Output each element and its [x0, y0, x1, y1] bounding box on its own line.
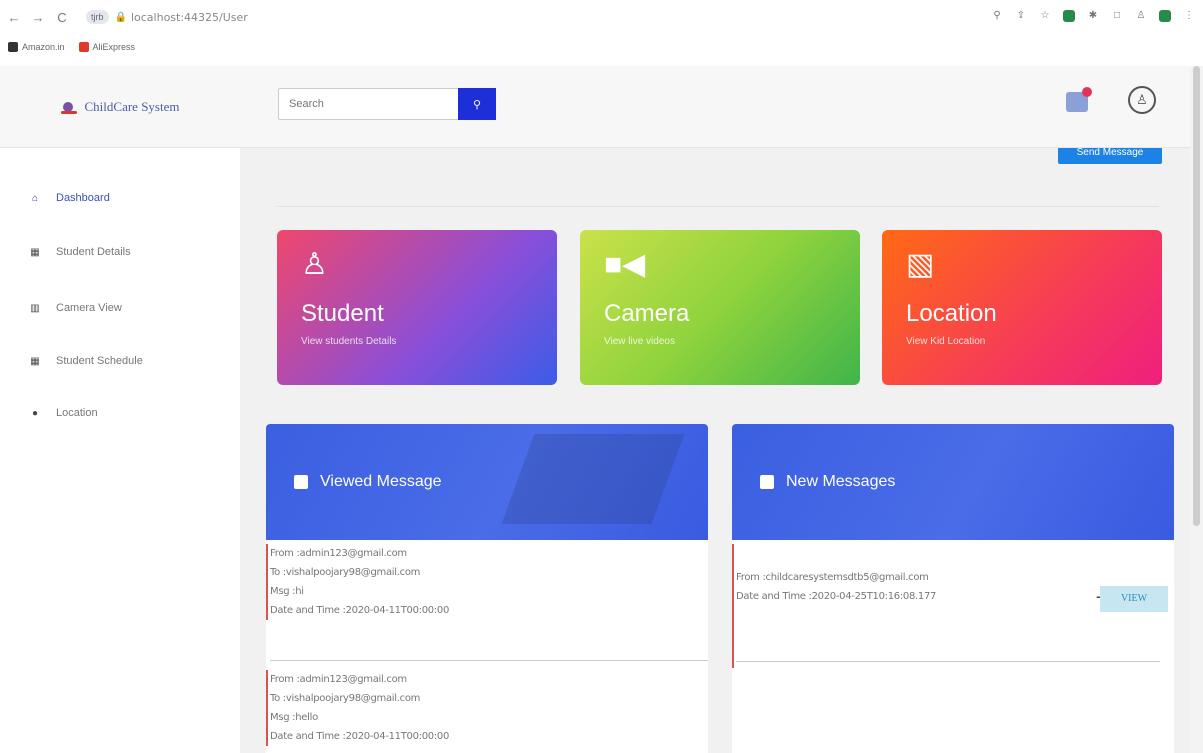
message-to: To :vishalpoojary98@gmail.com [270, 567, 421, 578]
send-message-button[interactable]: Send Message [1058, 148, 1162, 164]
message-date: Date and Time :2020-04-11T00:00:00 [270, 731, 450, 742]
message-date: Date and Time :2020-04-11T00:00:00 [270, 605, 450, 616]
app-header: ChildCare System ⚲ ♙ [0, 66, 1190, 148]
divider [277, 206, 1159, 207]
extension-icons: ⚲ ⇪ ☆ ✱ □ ♙ ⋮ [991, 10, 1195, 22]
bookmark-aliexpress[interactable]: AliExpress [78, 42, 136, 52]
user-icon: ♙ [301, 248, 328, 281]
message-item: From :admin123@gmail.com To :vishalpooja… [266, 670, 449, 746]
message-from: From :admin123@gmail.com [270, 548, 407, 559]
search-input[interactable] [278, 88, 458, 120]
amazon-icon [8, 42, 18, 52]
card-title: Camera [604, 300, 690, 327]
card-title: Student [301, 300, 384, 327]
user-account-icon[interactable]: ♙ [1128, 86, 1156, 114]
back-icon[interactable]: ← [4, 10, 24, 25]
main-content: Send Message ♙ Student View students Det… [240, 148, 1190, 753]
logo[interactable]: ChildCare System [0, 66, 240, 148]
card-subtitle: View students Details [301, 336, 397, 347]
message-separator [736, 661, 1160, 662]
message-item: From :admin123@gmail.com To :vishalpooja… [266, 544, 449, 620]
panel-header: Viewed Message [266, 424, 708, 540]
card-subtitle: View Kid Location [906, 336, 986, 347]
laptop-background-image [501, 434, 685, 524]
message-notification-icon[interactable] [1066, 87, 1092, 112]
message-to: To :vishalpoojary98@gmail.com [270, 693, 421, 704]
envelope-icon [294, 475, 308, 489]
card-title: Location [906, 300, 997, 327]
message-separator [270, 660, 708, 661]
lock-icon[interactable]: 🔒 [115, 12, 127, 23]
camera-card[interactable]: ■◀ Camera View live videos [580, 230, 860, 385]
star-icon[interactable]: ☆ [1039, 10, 1051, 22]
logo-icon [60, 99, 77, 115]
url-text[interactable]: localhost:44325/User [131, 11, 248, 24]
menu-icon[interactable]: ⋮ [1183, 10, 1195, 22]
panel-title: Viewed Message [320, 473, 442, 490]
dashboard-icon: ⌂ [31, 192, 39, 204]
panel-title: New Messages [786, 473, 896, 490]
aliexpress-icon [78, 42, 89, 52]
logo-text: ChildCare System [84, 99, 180, 114]
map-icon: ▧ [906, 248, 935, 281]
calendar-icon: ▦ [30, 355, 40, 367]
profile-icon[interactable]: ♙ [1135, 10, 1147, 22]
location-card[interactable]: ▧ Location View Kid Location [882, 230, 1162, 385]
table-icon: ▦ [30, 246, 40, 258]
view-message-button[interactable]: VIEW [1100, 586, 1168, 612]
message-from: From :admin123@gmail.com [270, 674, 407, 685]
panel-header: New Messages [732, 424, 1174, 540]
sidebar-item-camera-view[interactable]: ▥ Camera View [28, 302, 122, 314]
search-box: ⚲ [278, 88, 496, 120]
reload-icon[interactable]: C [52, 10, 72, 25]
bookmark-label: Amazon.in [22, 42, 65, 52]
student-card[interactable]: ♙ Student View students Details [277, 230, 557, 385]
message-date: Date and Time :2020-04-25T10:16:08.177 [736, 591, 937, 602]
search-icon: ⚲ [472, 98, 482, 111]
sidebar-item-location[interactable]: ● Location [28, 407, 98, 419]
sidebar-item-label: Student Schedule [56, 355, 143, 367]
window-icon[interactable]: □ [1111, 10, 1123, 22]
video-camera-icon: ■◀ [604, 248, 646, 281]
bookmarks-bar: Amazon.in AliExpress [0, 36, 135, 58]
shield-extension-icon[interactable] [1063, 10, 1075, 22]
message-item: From :childcaresystemsdtb5@gmail.com Dat… [732, 544, 936, 668]
forward-icon[interactable]: → [28, 10, 48, 25]
message-body: Msg :hello [270, 712, 318, 723]
sidebar-item-student-details[interactable]: ▦ Student Details [28, 246, 131, 258]
bookmark-label: AliExpress [92, 42, 136, 52]
sidebar-item-dashboard[interactable]: ⌂ Dashboard [28, 192, 110, 204]
chat-icon [760, 475, 774, 489]
sidebar-item-label: Dashboard [56, 192, 110, 204]
browser-chrome: ← → C tjrb 🔒 localhost:44325/User ⚲ ⇪ ☆ … [0, 0, 1203, 66]
green-shield-icon[interactable] [1159, 10, 1171, 22]
share-icon[interactable]: ⇪ [1015, 10, 1027, 22]
puzzle-icon[interactable]: ✱ [1087, 10, 1099, 22]
page-scrollbar[interactable] [1190, 66, 1203, 753]
notification-dot [1082, 87, 1092, 97]
scrollbar-thumb[interactable] [1193, 66, 1200, 526]
key-icon[interactable]: ⚲ [991, 10, 1003, 22]
sidebar-item-student-schedule[interactable]: ▦ Student Schedule [28, 355, 143, 367]
message-body: Msg :hi [270, 586, 304, 597]
sidebar: ⌂ Dashboard ▦ Student Details ▥ Camera V… [0, 148, 240, 753]
viewed-message-panel: Viewed Message From :admin123@gmail.com … [266, 424, 708, 753]
site-badge[interactable]: tjrb [86, 10, 109, 24]
bookmark-amazon[interactable]: Amazon.in [8, 42, 65, 52]
sidebar-item-label: Camera View [56, 302, 122, 314]
card-subtitle: View live videos [604, 336, 675, 347]
sidebar-item-label: Location [56, 407, 98, 419]
chart-icon: ▥ [30, 302, 40, 314]
map-pin-icon: ● [31, 407, 39, 419]
search-button[interactable]: ⚲ [458, 88, 496, 120]
new-messages-panel: New Messages From :childcaresystemsdtb5@… [732, 424, 1174, 753]
message-from: From :childcaresystemsdtb5@gmail.com [736, 572, 929, 583]
sidebar-item-label: Student Details [56, 246, 131, 258]
